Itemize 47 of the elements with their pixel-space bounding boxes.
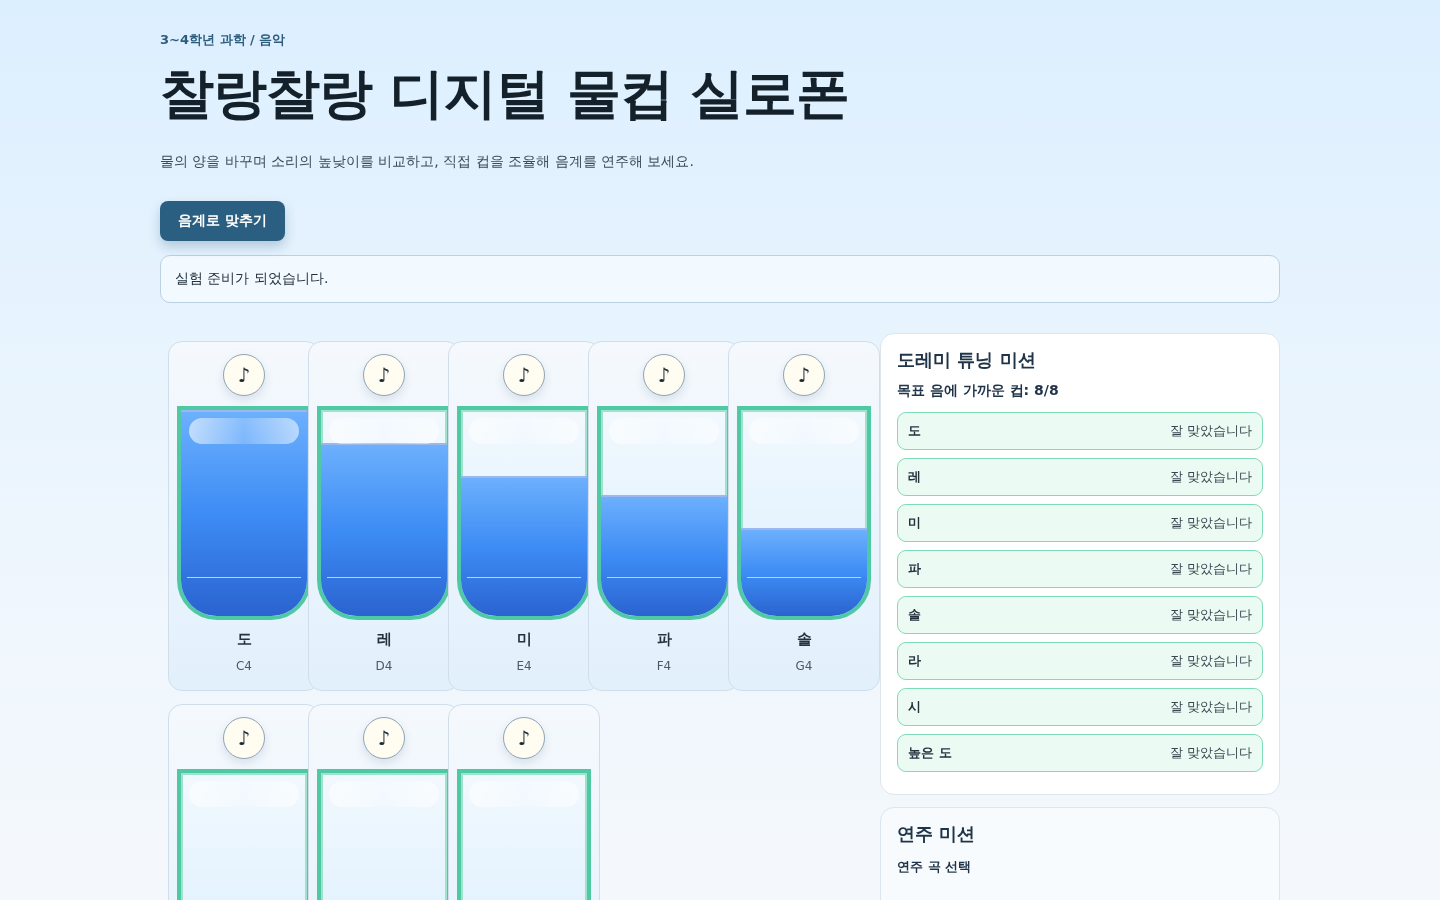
note-name: 레: [375, 630, 393, 650]
note-name: 솔: [908, 606, 921, 625]
panel-title: 도레미 튜닝 미션: [897, 348, 1037, 373]
note-name: 라: [908, 652, 921, 671]
tune-scale-button[interactable]: 음계로 맞추기: [160, 201, 285, 242]
subject-label: 3~4학년 과학 / 음악: [160, 31, 287, 49]
note-name: 높은 도: [908, 744, 952, 763]
play-button[interactable]: ♪: [363, 717, 405, 760]
play-button[interactable]: ♪: [503, 354, 545, 397]
play-button[interactable]: ♪: [783, 354, 825, 397]
water-cup[interactable]: [457, 406, 591, 621]
score-summary: 목표 음에 가까운 컵: 8/8: [897, 382, 1060, 401]
song-select-label: 연주 곡 선택: [897, 858, 973, 877]
play-button[interactable]: ♪: [643, 354, 685, 397]
pitch-label: G4: [794, 659, 814, 674]
tuning-status: 잘 맞았습니다: [1169, 652, 1252, 671]
pitch-label: C4: [235, 659, 253, 674]
tuning-status: 잘 맞았습니다: [1169, 422, 1252, 441]
note-name: 도: [235, 630, 253, 650]
water-cup[interactable]: [597, 406, 731, 621]
water-cup[interactable]: [317, 406, 451, 621]
tuning-status: 잘 맞았습니다: [1169, 698, 1252, 717]
note-name: 도: [908, 422, 921, 441]
water-cup[interactable]: [737, 406, 871, 621]
tuning-status: 잘 맞았습니다: [1169, 744, 1252, 763]
tuning-status: 잘 맞았습니다: [1169, 606, 1252, 625]
note-name: 레: [908, 468, 921, 487]
note-name: 미: [515, 630, 533, 650]
note-name: 미: [908, 514, 921, 533]
pitch-label: F4: [655, 659, 673, 674]
page-title: 찰랑찰랑 디지털 물컵 실로폰: [160, 63, 851, 126]
pitch-label: D4: [374, 659, 394, 674]
panel-title: 연주 미션: [897, 822, 977, 847]
play-button[interactable]: ♪: [223, 717, 265, 760]
play-button[interactable]: ♪: [503, 717, 545, 760]
tuning-status: 잘 맞았습니다: [1169, 468, 1252, 487]
note-name: 파: [908, 560, 921, 579]
page-description: 물의 양을 바꾸며 소리의 높낮이를 비교하고, 직접 컵을 조율해 음계를 연주해 보세요.: [160, 153, 695, 172]
note-name: 솔: [795, 630, 813, 650]
tuning-status: 잘 맞았습니다: [1169, 560, 1252, 579]
note-name: 시: [908, 698, 921, 717]
play-button[interactable]: ♪: [223, 354, 265, 397]
note-name: 파: [655, 630, 673, 650]
status-message: 실험 준비가 되었습니다.: [160, 255, 1280, 304]
play-button[interactable]: ♪: [363, 354, 405, 397]
tuning-status: 잘 맞았습니다: [1169, 514, 1252, 533]
pitch-label: E4: [515, 659, 533, 674]
